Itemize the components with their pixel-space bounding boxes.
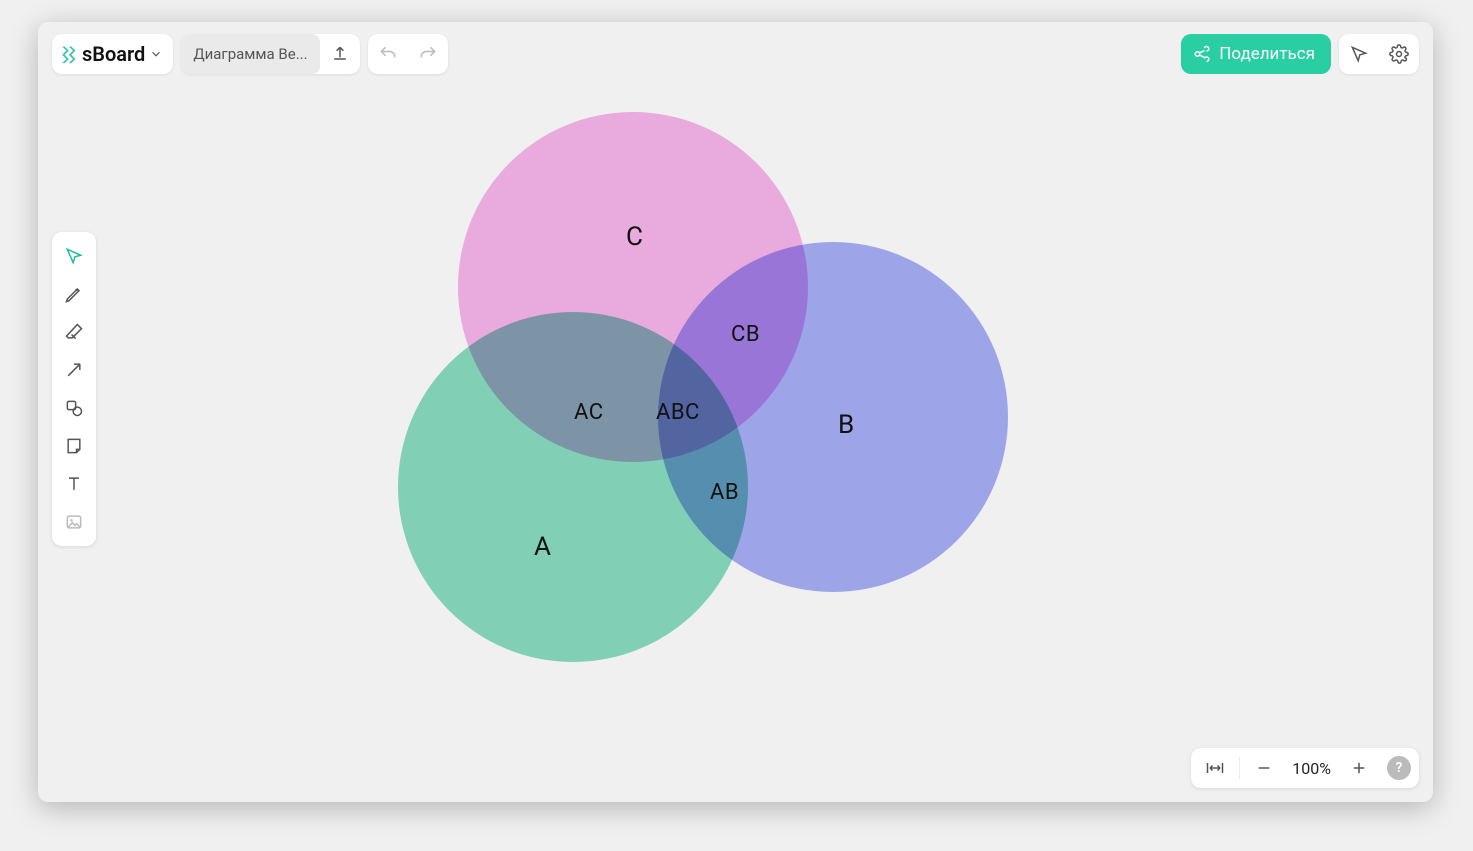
undo-redo-group bbox=[368, 34, 448, 74]
topbar-left: sBoard Диаграмма Ве... bbox=[52, 34, 448, 74]
canvas[interactable]: C B A CB AC ABC AB bbox=[38, 22, 1433, 802]
venn-label-abc: ABC bbox=[656, 400, 700, 425]
brand-name: sBoard bbox=[82, 42, 145, 66]
zoom-level[interactable]: 100% bbox=[1286, 759, 1337, 778]
share-icon bbox=[1193, 45, 1211, 63]
image-tool[interactable] bbox=[56, 504, 92, 540]
zoom-in-button[interactable] bbox=[1343, 748, 1375, 788]
zoom-out-button[interactable] bbox=[1248, 748, 1280, 788]
venn-label-c: C bbox=[626, 222, 643, 252]
document-title-group: Диаграмма Ве... bbox=[181, 34, 359, 74]
chevron-down-icon bbox=[149, 47, 163, 61]
venn-label-b: B bbox=[838, 410, 855, 440]
text-tool[interactable] bbox=[56, 466, 92, 502]
share-label: Поделиться bbox=[1219, 44, 1315, 64]
venn-label-a: A bbox=[534, 532, 551, 562]
pointer-mode-button[interactable] bbox=[1339, 34, 1379, 74]
document-title[interactable]: Диаграмма Ве... bbox=[181, 34, 319, 74]
select-tool[interactable] bbox=[56, 238, 92, 274]
venn-set-a[interactable] bbox=[398, 312, 748, 662]
app-frame: C B A CB AC ABC AB sBoard Диаграмма Ве..… bbox=[38, 22, 1433, 802]
topbar-right: Поделиться bbox=[1181, 34, 1419, 74]
undo-button[interactable] bbox=[368, 34, 408, 74]
settings-button[interactable] bbox=[1379, 34, 1419, 74]
upload-button[interactable] bbox=[320, 34, 360, 74]
sticky-note-tool[interactable] bbox=[56, 428, 92, 464]
pencil-tool[interactable] bbox=[56, 276, 92, 312]
arrow-tool[interactable] bbox=[56, 352, 92, 388]
shape-tool[interactable] bbox=[56, 390, 92, 426]
brand-menu[interactable]: sBoard bbox=[52, 34, 173, 74]
venn-label-cb: CB bbox=[731, 322, 760, 347]
tool-toolbar bbox=[52, 232, 96, 546]
zoom-bar: 100% ? bbox=[1191, 748, 1419, 788]
topbar-right-icons bbox=[1339, 34, 1419, 74]
redo-button[interactable] bbox=[408, 34, 448, 74]
share-button[interactable]: Поделиться bbox=[1181, 34, 1331, 74]
venn-label-ac: AC bbox=[574, 400, 604, 425]
venn-label-ab: AB bbox=[710, 480, 739, 505]
eraser-tool[interactable] bbox=[56, 314, 92, 350]
separator bbox=[1239, 757, 1240, 779]
fit-width-button[interactable] bbox=[1199, 748, 1231, 788]
venn-diagram[interactable]: C B A CB AC ABC AB bbox=[378, 112, 1018, 692]
brand-icon bbox=[58, 44, 78, 64]
help-button[interactable]: ? bbox=[1387, 756, 1411, 780]
